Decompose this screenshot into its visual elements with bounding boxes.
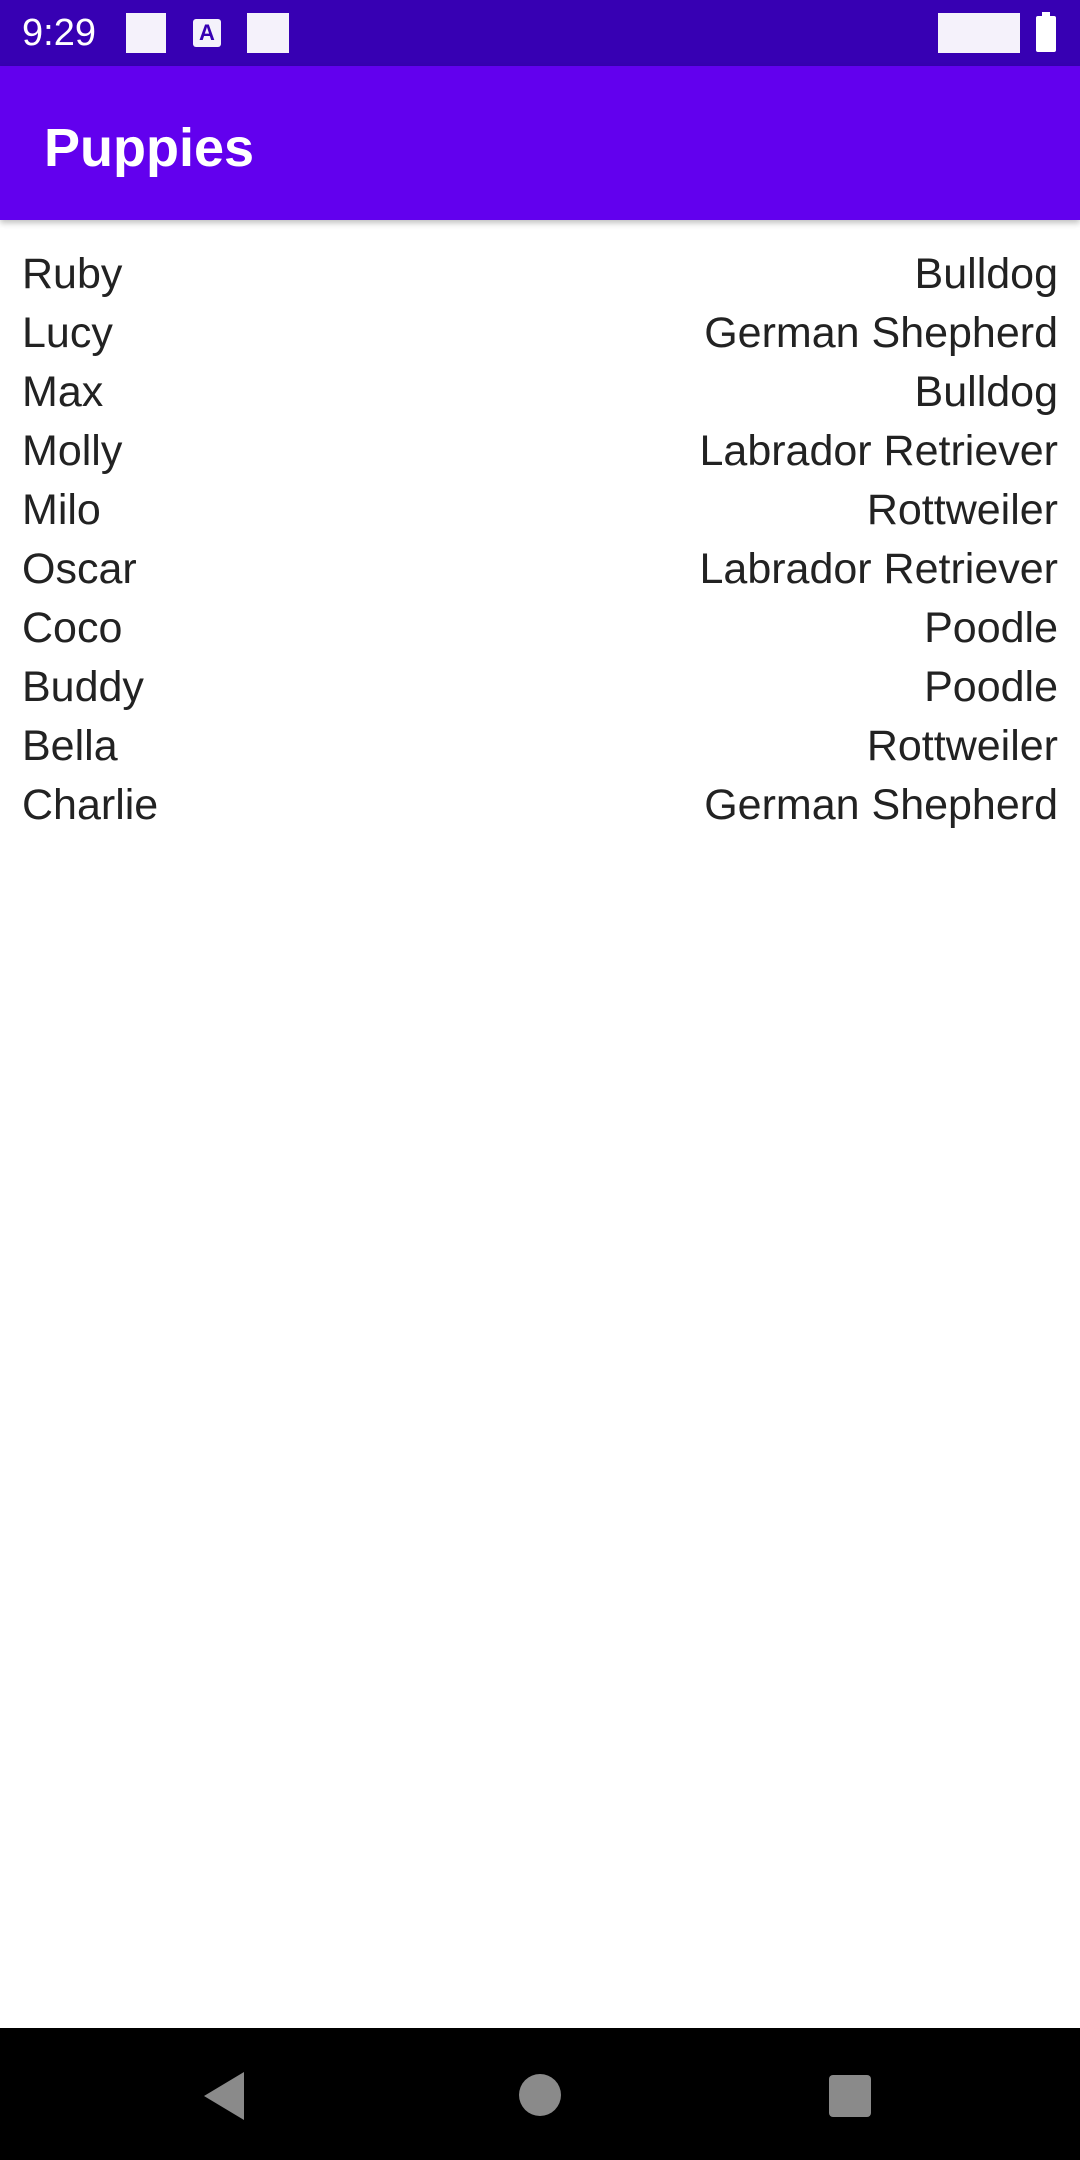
list-item[interactable]: Coco Poodle [0,599,1080,658]
puppy-breed: Bulldog [914,368,1058,416]
puppy-name: Oscar [22,545,137,593]
puppy-name: Lucy [22,309,113,357]
puppy-breed: Poodle [924,663,1058,711]
app-bar: Puppies [0,66,1080,220]
status-time: 9:29 [22,12,96,54]
page-title: Puppies [44,118,255,178]
puppy-list: Ruby Bulldog Lucy German Shepherd Max Bu… [0,245,1080,835]
puppy-name: Ruby [22,250,123,298]
list-item[interactable]: Oscar Labrador Retriever [0,540,1080,599]
puppy-name: Coco [22,604,123,652]
list-item[interactable]: Max Bulldog [0,363,1080,422]
navigation-bar [0,2028,1080,2160]
recents-icon[interactable] [829,2075,871,2117]
puppy-name: Charlie [22,781,159,829]
battery-icon [1036,12,1056,52]
puppy-breed: Labrador Retriever [699,545,1058,593]
puppy-name: Max [22,368,104,416]
puppy-breed: German Shepherd [704,309,1058,357]
notification-icon [247,13,289,53]
puppy-breed: German Shepherd [704,781,1058,829]
screen: 9:29 A Puppies Ruby Bulldog Lucy German … [0,0,1080,2160]
puppy-breed: Rottweiler [866,486,1058,534]
back-icon[interactable] [204,2072,244,2120]
notification-icon [126,13,166,53]
puppy-name: Molly [22,427,123,475]
list-item[interactable]: Ruby Bulldog [0,245,1080,304]
list-item[interactable]: Milo Rottweiler [0,481,1080,540]
signal-icon [938,13,1020,53]
list-item[interactable]: Buddy Poodle [0,658,1080,717]
puppy-name: Buddy [22,663,144,711]
list-item[interactable]: Lucy German Shepherd [0,304,1080,363]
puppy-name: Milo [22,486,101,534]
list-item[interactable]: Bella Rottweiler [0,717,1080,776]
list-item[interactable]: Charlie German Shepherd [0,776,1080,835]
status-bar: 9:29 A [0,0,1080,66]
list-item[interactable]: Molly Labrador Retriever [0,422,1080,481]
puppy-name: Bella [22,722,118,770]
text-a-icon: A [193,19,221,47]
puppy-breed: Labrador Retriever [699,427,1058,475]
puppy-breed: Rottweiler [866,722,1058,770]
home-icon[interactable] [519,2074,561,2116]
puppy-breed: Bulldog [914,250,1058,298]
puppy-breed: Poodle [924,604,1058,652]
